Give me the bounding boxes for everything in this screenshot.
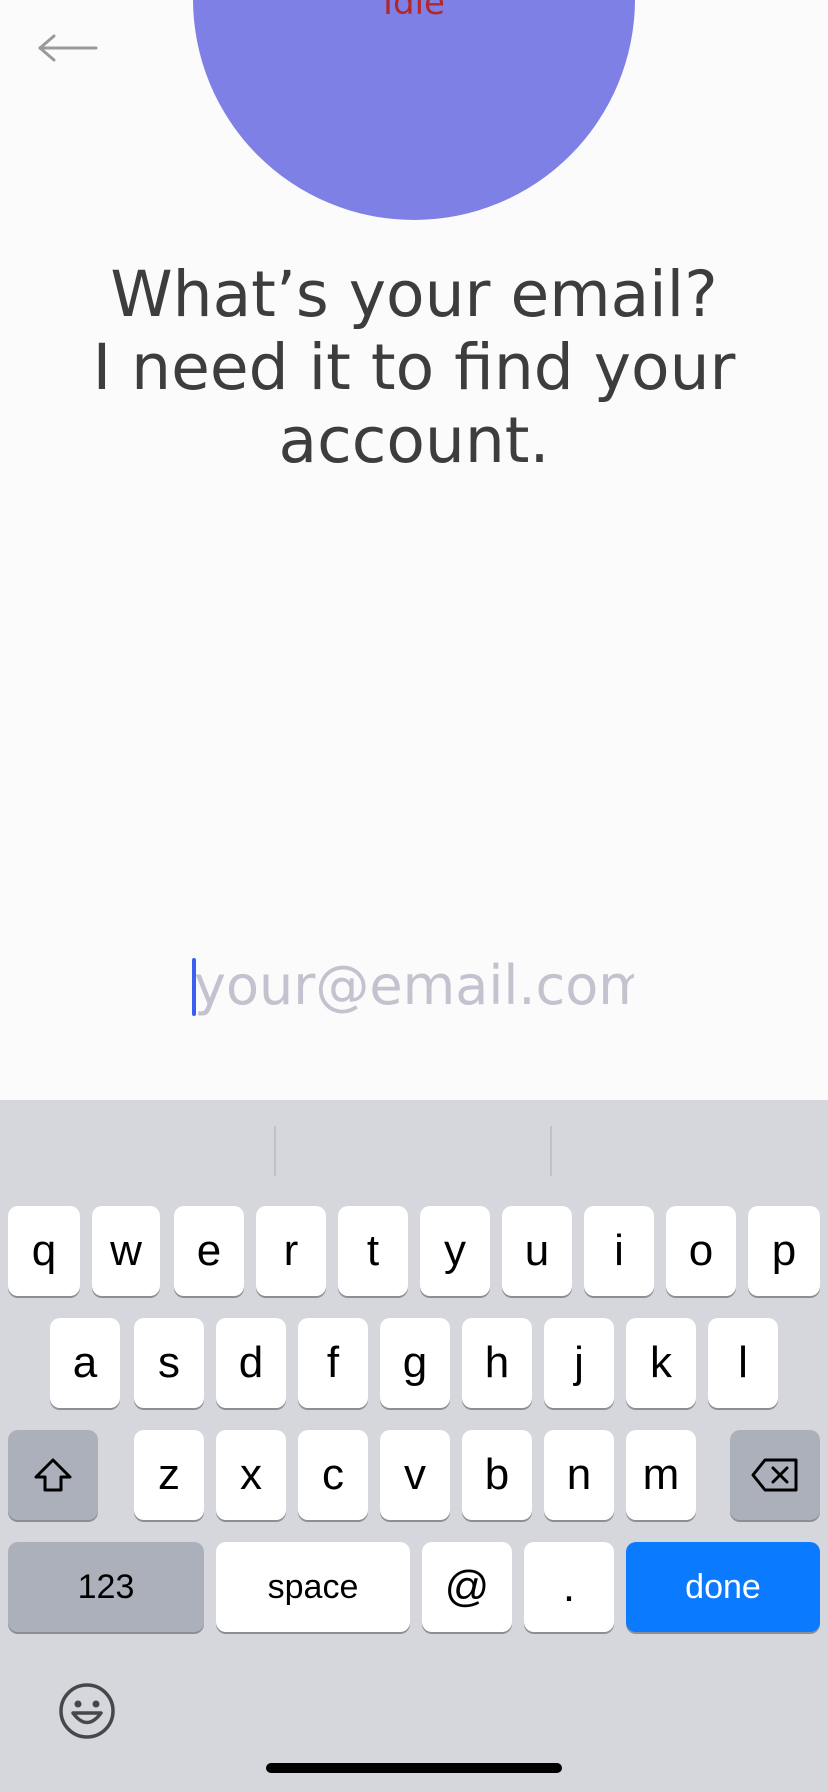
dot-key[interactable]: . bbox=[524, 1542, 614, 1632]
key-b[interactable]: b bbox=[462, 1430, 532, 1520]
delete-button[interactable] bbox=[730, 1430, 820, 1520]
prompt-line-2: I need it to find your bbox=[92, 331, 736, 404]
key-w[interactable]: w bbox=[92, 1206, 160, 1296]
space-button[interactable]: space bbox=[216, 1542, 410, 1632]
key-d[interactable]: d bbox=[216, 1318, 286, 1408]
key-v[interactable]: v bbox=[380, 1430, 450, 1520]
key-q[interactable]: q bbox=[8, 1206, 80, 1296]
shift-button[interactable] bbox=[8, 1430, 98, 1520]
key-g[interactable]: g bbox=[380, 1318, 450, 1408]
numbers-button[interactable]: 123 bbox=[8, 1542, 204, 1632]
key-f[interactable]: f bbox=[298, 1318, 368, 1408]
predictive-text-bar bbox=[0, 1100, 828, 1190]
key-k[interactable]: k bbox=[626, 1318, 696, 1408]
key-r[interactable]: r bbox=[256, 1206, 326, 1296]
avatar: Idle bbox=[193, 0, 635, 220]
key-c[interactable]: c bbox=[298, 1430, 368, 1520]
key-m[interactable]: m bbox=[626, 1430, 696, 1520]
key-u[interactable]: u bbox=[502, 1206, 572, 1296]
back-arrow-icon bbox=[38, 34, 98, 62]
key-t[interactable]: t bbox=[338, 1206, 408, 1296]
shift-icon bbox=[34, 1458, 72, 1492]
key-h[interactable]: h bbox=[462, 1318, 532, 1408]
key-i[interactable]: i bbox=[584, 1206, 654, 1296]
emoji-button[interactable] bbox=[58, 1682, 116, 1740]
key-j[interactable]: j bbox=[544, 1318, 614, 1408]
key-x[interactable]: x bbox=[216, 1430, 286, 1520]
email-screen: Idle What’s your email? I need it to fin… bbox=[0, 0, 828, 1792]
key-p[interactable]: p bbox=[748, 1206, 820, 1296]
email-input[interactable] bbox=[194, 953, 634, 1017]
key-a[interactable]: a bbox=[50, 1318, 120, 1408]
key-e[interactable]: e bbox=[174, 1206, 244, 1296]
key-n[interactable]: n bbox=[544, 1430, 614, 1520]
email-prompt: What’s your email? I need it to find you… bbox=[0, 258, 828, 477]
text-caret bbox=[192, 958, 196, 1016]
prompt-line-3: account. bbox=[278, 404, 550, 477]
key-l[interactable]: l bbox=[708, 1318, 778, 1408]
prompt-line-1: What’s your email? bbox=[110, 258, 718, 331]
avatar-status: Idle bbox=[383, 0, 445, 23]
done-button[interactable]: done bbox=[626, 1542, 820, 1632]
predictive-divider bbox=[274, 1126, 276, 1176]
home-indicator[interactable] bbox=[266, 1763, 562, 1773]
key-o[interactable]: o bbox=[666, 1206, 736, 1296]
back-button[interactable] bbox=[28, 18, 108, 78]
predictive-divider bbox=[550, 1126, 552, 1176]
delete-icon bbox=[751, 1458, 798, 1492]
key-z[interactable]: z bbox=[134, 1430, 204, 1520]
key-y[interactable]: y bbox=[420, 1206, 490, 1296]
email-input-container bbox=[0, 950, 828, 1020]
emoji-icon bbox=[59, 1683, 115, 1739]
key-s[interactable]: s bbox=[134, 1318, 204, 1408]
at-key[interactable]: @ bbox=[422, 1542, 512, 1632]
